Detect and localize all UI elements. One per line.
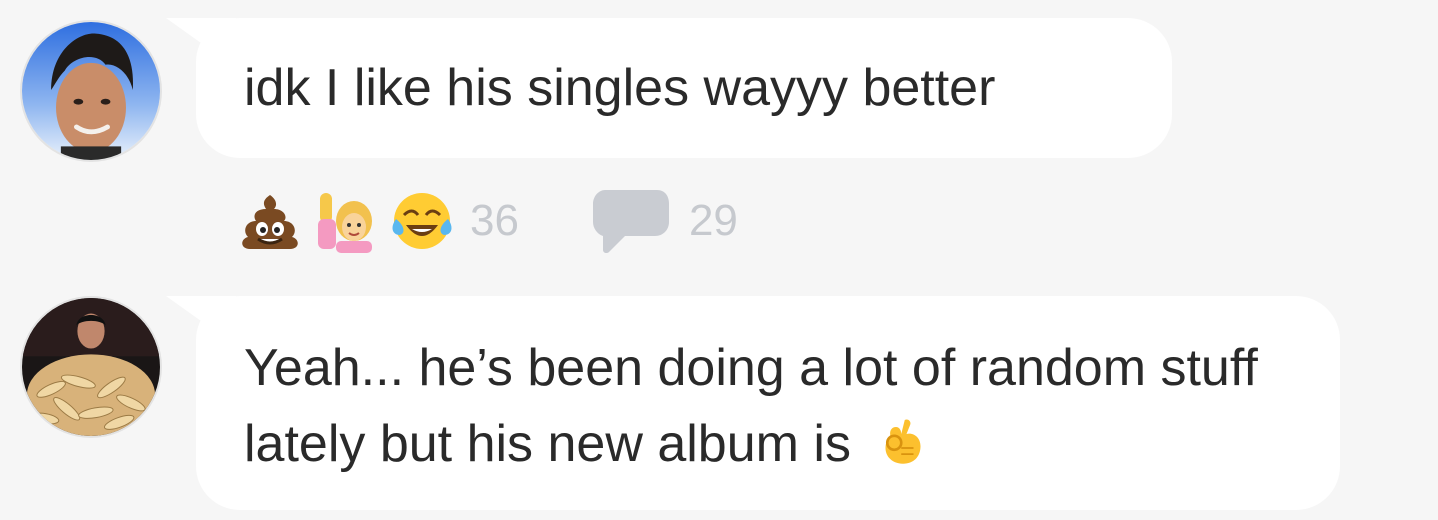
- avatar[interactable]: [20, 20, 162, 162]
- comment-text: idk I like his singles wayyy better: [244, 59, 996, 117]
- person-raising-hand-icon[interactable]: [314, 189, 378, 253]
- user-photo: [22, 22, 160, 160]
- comment-item: Yeah... he’s been doing a lot of random …: [0, 270, 1438, 520]
- tears-of-joy-icon[interactable]: [390, 189, 454, 253]
- comment-bubble-icon[interactable]: [591, 186, 671, 256]
- comment-text-content: Yeah... he’s been doing a lot of random …: [244, 339, 1258, 473]
- comment-item: idk I like his singles wayyy better 36 2…: [0, 0, 1438, 270]
- pile-of-poo-icon[interactable]: [238, 189, 302, 253]
- avatar[interactable]: [20, 296, 162, 438]
- comment-bubble: Yeah... he’s been doing a lot of random …: [196, 296, 1340, 510]
- reaction-bar: 36 29: [238, 188, 738, 254]
- comment-text: Yeah... he’s been doing a lot of random …: [196, 330, 1340, 482]
- reply-count[interactable]: 29: [689, 196, 738, 246]
- ok-hand-icon: [885, 419, 921, 464]
- reaction-count: 36: [470, 196, 519, 245]
- user-photo: [22, 298, 160, 436]
- comment-bubble: idk I like his singles wayyy better: [196, 18, 1172, 158]
